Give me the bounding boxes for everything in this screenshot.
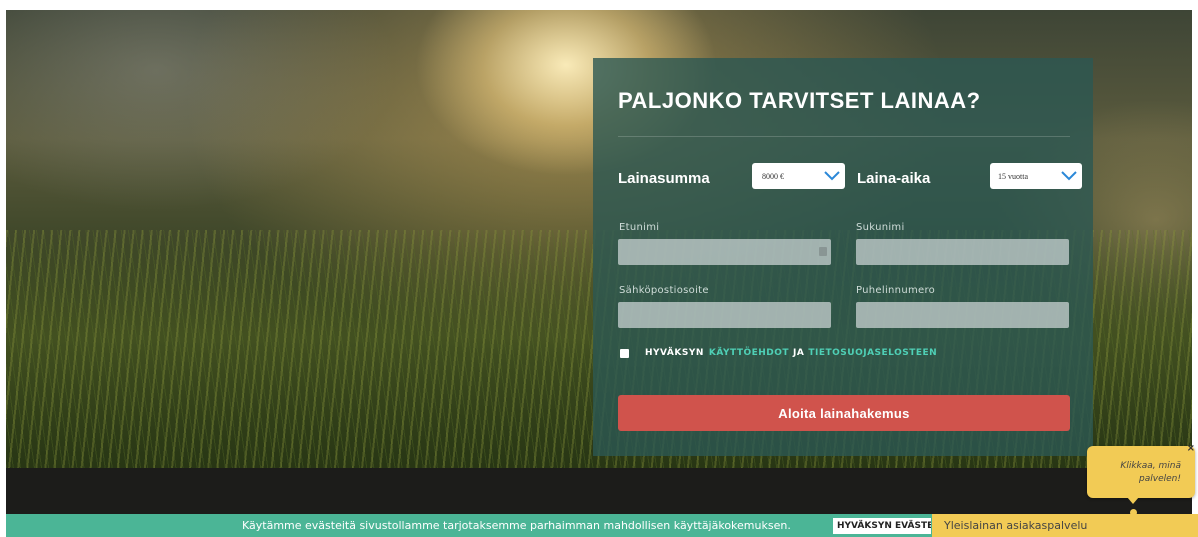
customer-service-chat-tab[interactable]: Yleislainan asiakaspalvelu <box>932 514 1198 537</box>
form-title: PALJONKO TARVITSET LAINAA? <box>618 88 981 113</box>
chevron-down-icon <box>1056 163 1082 189</box>
bubble-tail <box>1127 497 1139 504</box>
phone-label: Puhelinnumero <box>856 285 936 296</box>
loan-term-value: 15 vuotta <box>998 171 1028 181</box>
close-icon[interactable]: × <box>1187 442 1195 455</box>
first-name-label: Etunimi <box>619 222 660 233</box>
autofill-icon <box>819 247 827 256</box>
phone-input[interactable] <box>856 302 1069 328</box>
email-input[interactable] <box>618 302 831 328</box>
chat-bubble-line2: palvelen! <box>1139 474 1181 484</box>
consent-checkbox[interactable] <box>620 348 629 358</box>
loan-amount-value: 8000 € <box>762 171 784 181</box>
consent-row: HYVÄKSYN KÄYTTÖEHDOT JA TIETOSUOJASELOST… <box>620 348 937 358</box>
privacy-link[interactable]: TIETOSUOJASELOSTEEN <box>808 348 937 358</box>
chat-bubble[interactable]: × Klikkaa, minä palvelen! <box>1087 443 1195 516</box>
cookie-message: Käytämme evästeitä sivustollamme tarjota… <box>242 519 791 532</box>
email-label: Sähköpostiosoite <box>619 285 709 296</box>
form-divider <box>618 136 1070 137</box>
cookie-bar: Käytämme evästeitä sivustollamme tarjota… <box>6 514 944 537</box>
last-name-label: Sukunimi <box>856 222 905 233</box>
chat-bubble-line1: Klikkaa, minä <box>1120 461 1181 471</box>
chevron-down-icon <box>819 163 845 189</box>
accept-cookies-button[interactable]: HYVÄKSYN EVÄSTEET <box>833 518 931 534</box>
loan-amount-select[interactable]: 8000 € <box>752 163 845 189</box>
start-application-button[interactable]: Aloita lainahakemus <box>618 395 1070 431</box>
consent-and: JA <box>793 348 805 358</box>
loan-term-select[interactable]: 15 vuotta <box>990 163 1082 189</box>
last-name-input[interactable] <box>856 239 1069 265</box>
first-name-input[interactable] <box>618 239 831 265</box>
consent-prefix: HYVÄKSYN <box>645 348 704 358</box>
terms-link[interactable]: KÄYTTÖEHDOT <box>709 348 789 358</box>
loan-term-label: Laina-aika <box>857 170 931 187</box>
loan-form-panel: PALJONKO TARVITSET LAINAA? Lainasumma 80… <box>593 58 1093 456</box>
loan-amount-label: Lainasumma <box>618 170 710 187</box>
